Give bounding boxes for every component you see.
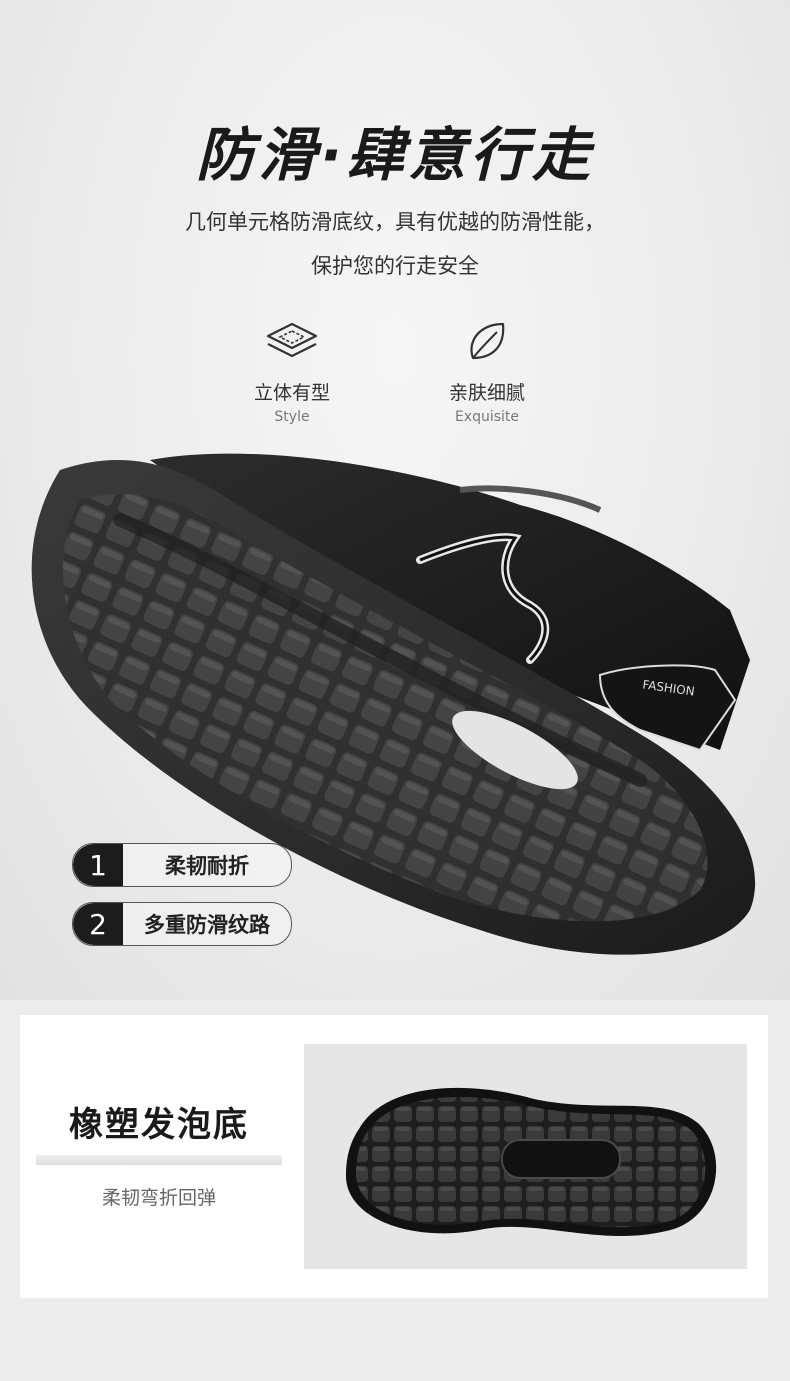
tag-number: 1 [73, 844, 123, 886]
subtitle-line-1: 几何单元格防滑底纹，具有优越的防滑性能， [185, 210, 605, 234]
page-title: 防滑·肆意行走 [195, 121, 595, 189]
sole-material-card: 橡塑发泡底 柔韧弯折回弹 [20, 1015, 768, 1298]
sole-material-description: 柔韧弯折回弹 [101, 1187, 216, 1209]
title-underline [36, 1155, 282, 1165]
feature-tag-flexible: 1 柔韧耐折 [72, 843, 292, 887]
page-subtitle: 几何单元格防滑底纹，具有优越的防滑性能， 保护您的行走安全 [0, 200, 790, 288]
shoe-sole-photo: FASHION [31, 453, 756, 955]
feature-exquisite: 亲肤细腻 Exquisite [397, 318, 577, 425]
tag-number: 2 [73, 903, 123, 945]
outsole-image [345, 1087, 717, 1237]
outsole-photo [304, 1044, 747, 1269]
feature-label-cn: 亲肤细腻 [448, 382, 525, 404]
feature-label-en: Exquisite [454, 409, 520, 425]
feature-style: 立体有型 Style [202, 318, 382, 425]
leaf-icon [470, 322, 505, 360]
tag-label: 柔韧耐折 [165, 854, 249, 878]
feature-label-en: Style [274, 409, 310, 425]
feature-tag-anti-slip: 2 多重防滑纹路 [72, 902, 292, 946]
layers-icon [266, 322, 318, 358]
feature-label-cn: 立体有型 [253, 382, 330, 404]
tag-label: 多重防滑纹路 [144, 913, 270, 937]
sole-material-title: 橡塑发泡底 [69, 1105, 249, 1145]
subtitle-line-2: 保护您的行走安全 [311, 254, 479, 278]
